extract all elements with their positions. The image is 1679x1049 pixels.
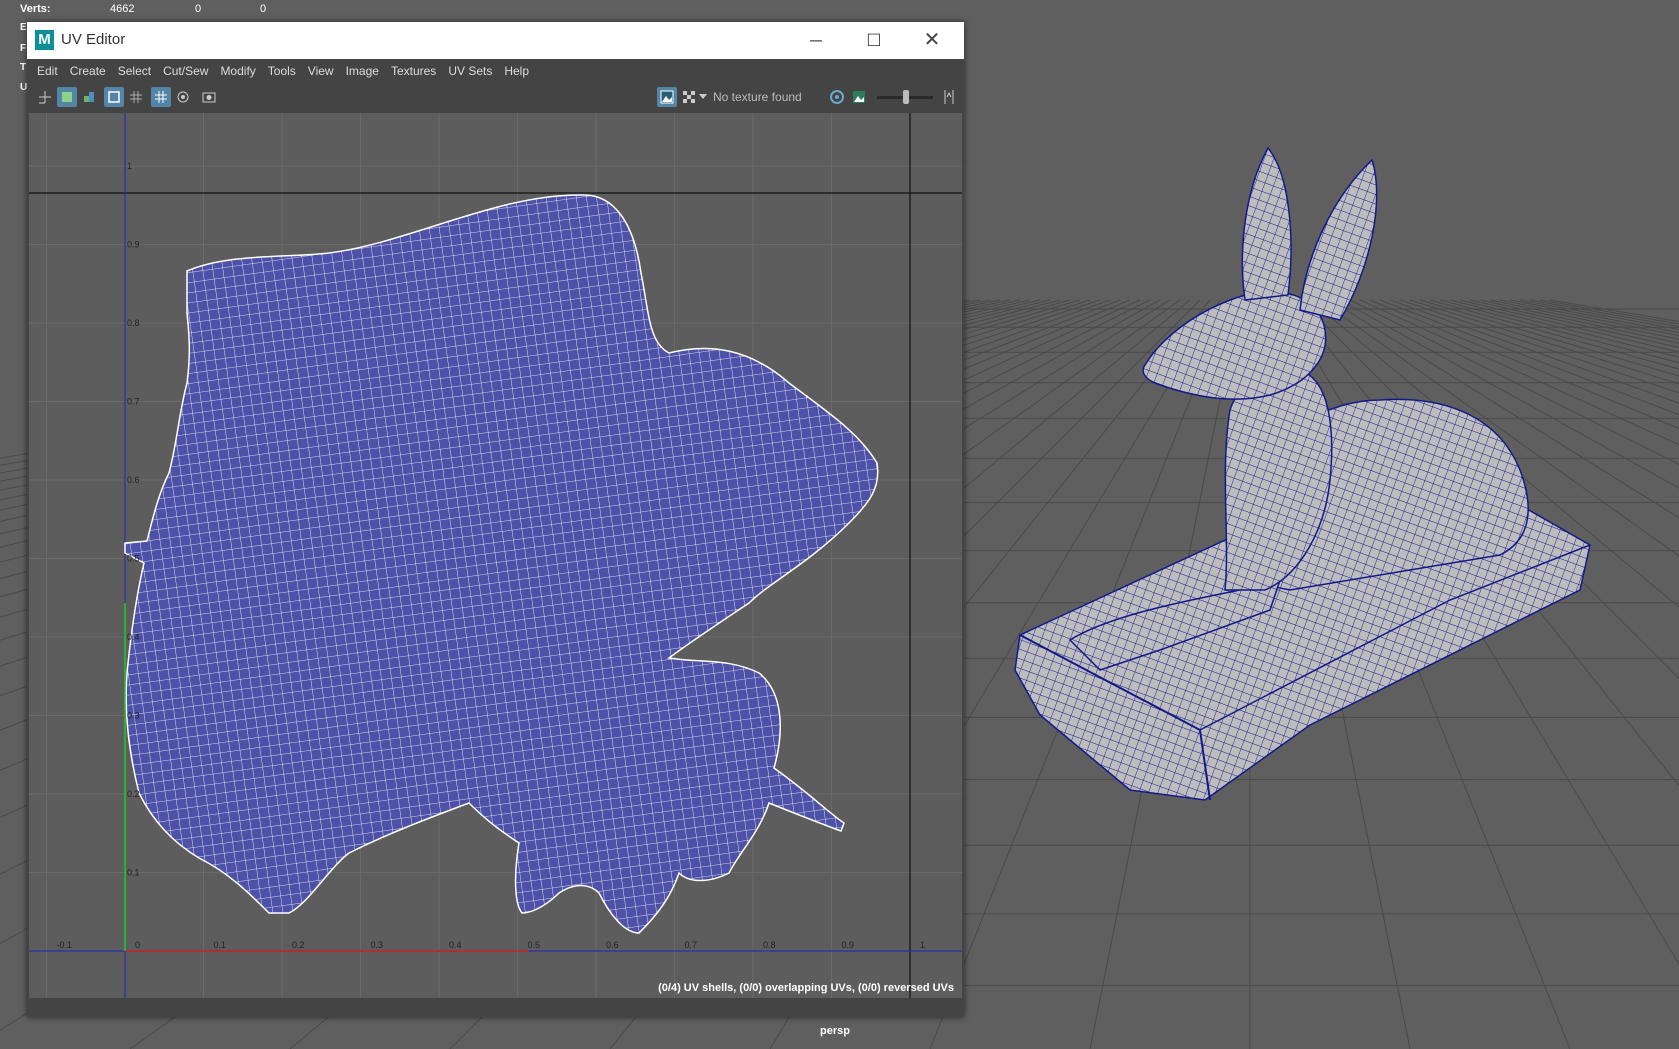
v-tick-label: 0.6 [127, 475, 140, 485]
grid-line [1519, 299, 1679, 330]
menu-image[interactable]: Image [340, 59, 385, 83]
exposure-slider[interactable] [877, 90, 933, 104]
grid-line [1529, 299, 1679, 328]
menu-select[interactable]: Select [112, 59, 157, 83]
close-button[interactable]: ✕ [903, 22, 961, 59]
menu-cut-sew[interactable]: Cut/Sew [157, 59, 214, 83]
menu-create[interactable]: Create [64, 59, 112, 83]
grid-line [1489, 299, 1679, 340]
hud-edges-letter: E [20, 22, 27, 33]
maximize-button[interactable]: ☐ [845, 22, 903, 59]
minimize-button[interactable]: ─ [787, 22, 845, 59]
menu-textures[interactable]: Textures [385, 59, 442, 83]
checker-map-icon[interactable] [679, 87, 699, 107]
uv-status-text: (0/4) UV shells, (0/0) overlapping UVs, … [658, 982, 954, 994]
u-tick-label: 1 [920, 940, 925, 950]
grid-line [1549, 299, 1679, 322]
dropdown-icon[interactable] [697, 87, 709, 107]
u-tick-label: 0.6 [606, 940, 619, 950]
v-tick-label: 0.2 [127, 789, 140, 799]
uv-grid-view[interactable]: -0.1 0 0.1 0.2 0.3 0.4 0.5 0.6 0.7 0.8 0.9 1 0.1 0.2 0… [29, 113, 962, 998]
menu-modify[interactable]: Modify [214, 59, 261, 83]
v-tick-label: 0.5 [127, 554, 140, 564]
v-tick-label: 0.9 [127, 240, 140, 250]
uv-shell[interactable] [124, 194, 879, 934]
heads-up-display: Verts: 4662 0 0 [20, 2, 300, 17]
u-tick-label: 0.3 [371, 940, 384, 950]
grid-line [1439, 299, 1679, 364]
image-ratio-icon[interactable] [849, 87, 869, 107]
uv-layout-icon[interactable] [35, 87, 55, 107]
texture-status: No texture found [713, 90, 802, 104]
grid-icon[interactable] [151, 87, 171, 107]
u-tick-label: 0.2 [292, 940, 305, 950]
v-tick-label: 0.7 [127, 397, 140, 407]
v-tick-label: 0.8 [127, 318, 140, 328]
shaded-uv-icon[interactable] [57, 87, 77, 107]
u-tick-label: 0.4 [449, 940, 462, 950]
snapshot-icon[interactable] [199, 87, 219, 107]
menu-help[interactable]: Help [498, 59, 535, 83]
v-tick-label: 0.1 [127, 868, 140, 878]
verts-value: 4662 [110, 3, 135, 15]
menu-bar: Edit Create Select Cut/Sew Modify Tools … [27, 59, 964, 83]
uv-toolkit-icon[interactable] [827, 87, 847, 107]
grid-line [1459, 299, 1679, 353]
verts-extra: 0 [260, 3, 267, 15]
u-tick-label: 0.1 [214, 940, 227, 950]
distortion-icon[interactable] [79, 87, 99, 107]
hud-tris-letter: T [20, 62, 27, 73]
u-tick-label: -0.1 [57, 940, 73, 950]
menu-uv-sets[interactable]: UV Sets [442, 59, 498, 83]
u-tick-label: 0.7 [685, 940, 698, 950]
u-tick-label: 0.5 [528, 940, 541, 950]
grid-line [1539, 299, 1679, 325]
isolate-icon[interactable] [939, 87, 959, 107]
slider-thumb[interactable] [903, 90, 909, 104]
menu-tools[interactable]: Tools [262, 59, 302, 83]
u-tick-label: 0 [135, 940, 140, 950]
pixel-snap-icon[interactable] [173, 87, 193, 107]
v-tick-label: 0.3 [127, 711, 140, 721]
u-tick-label: 0.9 [842, 940, 855, 950]
window-title: UV Editor [61, 31, 126, 48]
checker-icon[interactable] [126, 87, 146, 107]
uv-editor-window[interactable]: M UV Editor ─ ☐ ✕ Edit Create Select Cut… [27, 22, 964, 1017]
camera-label: persp [820, 1025, 850, 1037]
texture-borders-icon[interactable] [104, 87, 124, 107]
uv-canvas[interactable]: -0.1 0 0.1 0.2 0.3 0.4 0.5 0.6 0.7 0.8 0.9 1 0.1 0.2 0… [29, 113, 962, 998]
menu-view[interactable]: View [302, 59, 340, 83]
verts-selected: 0 [195, 3, 202, 15]
grid-line [1449, 299, 1679, 358]
maya-app-icon: M [35, 30, 54, 50]
display-image-icon[interactable] [657, 87, 677, 107]
grid-line [1509, 299, 1679, 333]
deer-statue-model[interactable] [1014, 146, 1591, 801]
hud-faces-letter: F [20, 43, 27, 54]
menu-edit[interactable]: Edit [31, 59, 64, 83]
title-bar[interactable]: M UV Editor ─ ☐ ✕ [27, 22, 964, 59]
uv-toolbar: No texture found [27, 83, 964, 111]
verts-label: Verts: [20, 3, 51, 15]
grid-line [1429, 299, 1679, 370]
v-tick-label: 1 [127, 161, 132, 171]
v-tick-label: 0.4 [127, 632, 140, 642]
u-tick-label: 0.8 [763, 940, 776, 950]
